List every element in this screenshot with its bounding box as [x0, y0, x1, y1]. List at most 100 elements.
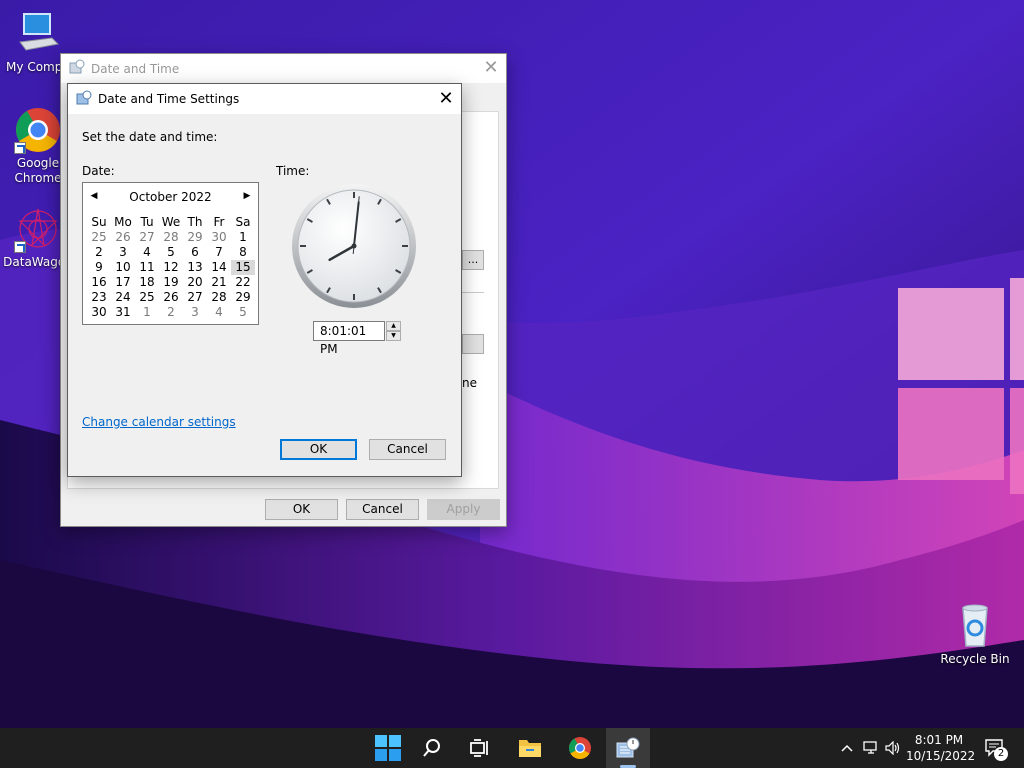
calendar-day[interactable]: 10: [111, 260, 135, 275]
title-bar[interactable]: Date and Time Settings: [68, 84, 461, 114]
calendar-day[interactable]: 6: [183, 245, 207, 260]
desktop-icon-label: Recycle Bin: [940, 652, 1010, 666]
calendar[interactable]: ◀ October 2022 ▶ Su Mo Tu We Th Fr Sa 25 26 27 28 2…: [82, 182, 259, 325]
chrome-icon: [14, 106, 62, 154]
time-spinner[interactable]: ▲ ▼: [386, 321, 401, 341]
divider: [462, 292, 484, 293]
chevron-up-icon[interactable]: [836, 728, 858, 768]
date-and-time-settings-dialog: Date and Time Settings ✕ Set the date an…: [67, 83, 462, 477]
date-time-app-icon: [69, 59, 85, 78]
calendar-day[interactable]: 27: [135, 230, 159, 245]
calendar-day[interactable]: 22: [231, 275, 255, 290]
calendar-day[interactable]: 17: [111, 275, 135, 290]
instruction-text: Set the date and time:: [82, 130, 218, 144]
calendar-day[interactable]: 21: [207, 275, 231, 290]
calendar-day[interactable]: 20: [183, 275, 207, 290]
title-bar[interactable]: Date and Time: [61, 54, 506, 83]
calendar-day[interactable]: 14: [207, 260, 231, 275]
volume-icon[interactable]: [882, 728, 904, 768]
calendar-day[interactable]: 1: [135, 305, 159, 320]
task-view-icon[interactable]: [458, 728, 502, 768]
date-time-app-icon: [76, 90, 92, 109]
outer-ok-button[interactable]: OK: [265, 499, 338, 520]
date-label: Date:: [82, 164, 115, 178]
weekday-header: Fr: [213, 215, 225, 229]
calendar-day[interactable]: 13: [183, 260, 207, 275]
taskbar-clock[interactable]: 8:01 PM 10/15/2022: [906, 732, 976, 764]
calendar-day[interactable]: 2: [159, 305, 183, 320]
calendar-day[interactable]: 9: [87, 260, 111, 275]
calendar-day[interactable]: 23: [87, 290, 111, 305]
apply-button: Apply: [427, 499, 500, 520]
search-icon[interactable]: [410, 728, 454, 768]
calendar-day[interactable]: 16: [87, 275, 111, 290]
taskbar-date: 10/15/2022: [906, 749, 976, 763]
spin-down-icon[interactable]: ▼: [386, 331, 401, 341]
calendar-day-selected[interactable]: 15: [231, 260, 255, 275]
calendar-day[interactable]: 25: [87, 230, 111, 245]
calendar-month-label[interactable]: October 2022: [83, 190, 258, 204]
calendar-day[interactable]: 2: [87, 245, 111, 260]
weekday-header: We: [161, 215, 181, 229]
next-month-icon[interactable]: ▶: [240, 189, 254, 203]
calendar-day[interactable]: 25: [135, 290, 159, 305]
change-time-zone-button[interactable]: ...: [462, 250, 484, 270]
calendar-day[interactable]: 28: [159, 230, 183, 245]
window-title: Date and Time: [91, 61, 180, 76]
calendar-day[interactable]: 31: [111, 305, 135, 320]
calendar-day[interactable]: 12: [159, 260, 183, 275]
taskbar: 8:01 PM 10/15/2022 2: [0, 728, 1024, 768]
ok-button[interactable]: OK: [280, 439, 357, 460]
weekday-header: Sa: [235, 215, 251, 229]
windows-start-icon[interactable]: [366, 728, 410, 768]
calendar-day[interactable]: 4: [135, 245, 159, 260]
outer-cancel-button[interactable]: Cancel: [346, 499, 419, 520]
disabled-button: [462, 334, 484, 354]
calendar-day[interactable]: 26: [159, 290, 183, 305]
calendar-day[interactable]: 19: [159, 275, 183, 290]
change-calendar-settings-link[interactable]: Change calendar settings: [82, 415, 236, 429]
calendar-day[interactable]: 5: [159, 245, 183, 260]
calendar-day[interactable]: 4: [207, 305, 231, 320]
analog-clock: [292, 184, 416, 308]
calendar-day[interactable]: 27: [183, 290, 207, 305]
calendar-day[interactable]: 7: [207, 245, 231, 260]
calendar-day[interactable]: 26: [111, 230, 135, 245]
calendar-day[interactable]: 24: [111, 290, 135, 305]
recycle-bin-icon: [951, 602, 999, 650]
network-icon[interactable]: [860, 728, 882, 768]
calendar-day[interactable]: 18: [135, 275, 159, 290]
file-explorer-icon[interactable]: [508, 728, 552, 768]
date-time-app-icon[interactable]: [606, 728, 650, 768]
calendar-day[interactable]: 29: [183, 230, 207, 245]
calendar-day[interactable]: 3: [183, 305, 207, 320]
notification-count-badge: 2: [994, 747, 1008, 761]
weekday-header: Su: [91, 215, 107, 229]
time-input[interactable]: 8:01:01 PM: [313, 321, 385, 356]
calendar-day[interactable]: 3: [111, 245, 135, 260]
calendar-day[interactable]: 11: [135, 260, 159, 275]
notification-icon[interactable]: 2: [980, 728, 1010, 768]
desktop-icon-recycle-bin[interactable]: Recycle Bin: [937, 602, 1013, 667]
datawagon-icon: [14, 205, 62, 253]
calendar-day[interactable]: 8: [231, 245, 255, 260]
time-label: Time:: [276, 164, 310, 178]
weekday-header: Mo: [114, 215, 132, 229]
calendar-day[interactable]: 28: [207, 290, 231, 305]
calendar-day[interactable]: 30: [207, 230, 231, 245]
spin-up-icon[interactable]: ▲: [386, 321, 401, 331]
chrome-icon[interactable]: [558, 728, 602, 768]
shortcut-arrow-icon: [14, 142, 26, 154]
calendar-day[interactable]: 30: [87, 305, 111, 320]
calendar-grid: Su Mo Tu We Th Fr Sa 25 26 27 28 29 30 1 2 3 4 5 6 7 8 9 10 11 1…: [87, 215, 255, 320]
calendar-day[interactable]: 29: [231, 290, 255, 305]
partial-text: ne: [462, 376, 477, 390]
shortcut-arrow-icon: [14, 241, 26, 253]
taskbar-time: 8:01 PM: [914, 733, 964, 747]
weekday-header: Tu: [140, 215, 154, 229]
close-icon[interactable]: ✕: [476, 54, 506, 83]
close-icon[interactable]: ✕: [431, 84, 461, 114]
cancel-button[interactable]: Cancel: [369, 439, 446, 460]
calendar-day[interactable]: 5: [231, 305, 255, 320]
calendar-day[interactable]: 1: [231, 230, 255, 245]
